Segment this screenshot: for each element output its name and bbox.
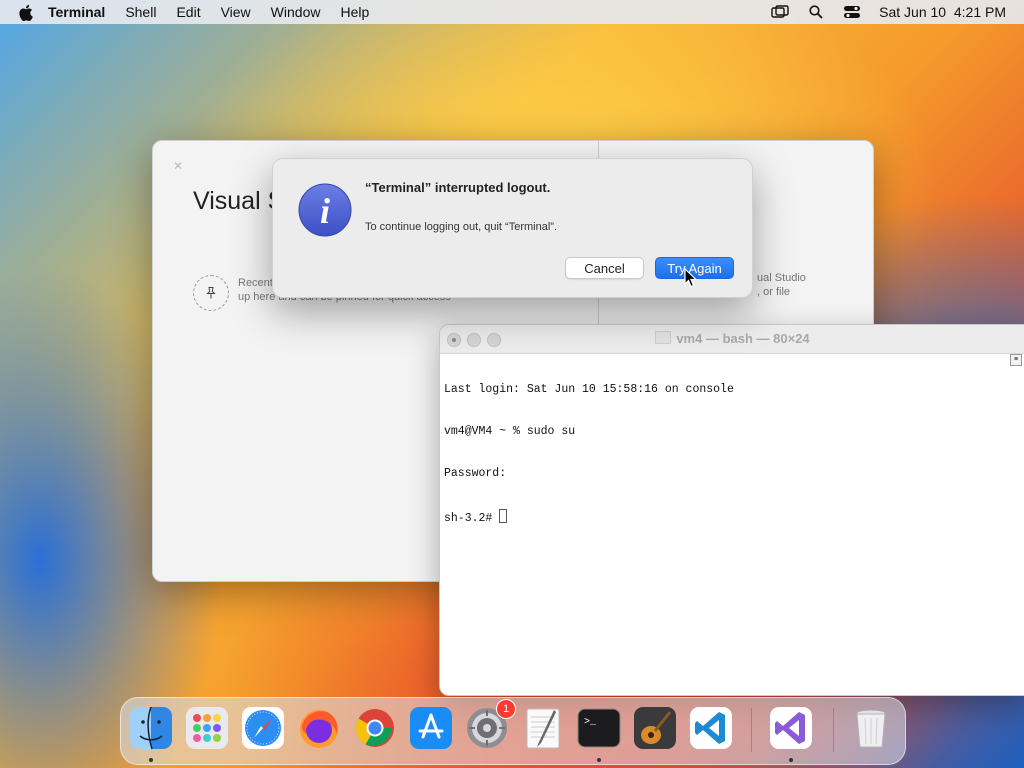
apple-menu-icon[interactable] [16, 3, 34, 21]
menu-clock[interactable]: Sat Jun 10 4:21 PM [879, 4, 1006, 20]
textedit-icon[interactable] [521, 706, 565, 750]
menu-edit[interactable]: Edit [176, 4, 200, 20]
system-settings-icon[interactable]: 1 [465, 699, 516, 750]
garageband-icon[interactable] [633, 706, 677, 750]
running-indicator [789, 758, 793, 762]
right-text-line-2: , or file [757, 286, 791, 298]
vs-window-title: Visual S [193, 187, 285, 215]
terminal-window[interactable]: vm4 — bash — 80×24 ≡ Last login: Sat Jun… [439, 324, 1024, 696]
chrome-icon[interactable] [353, 706, 397, 750]
dock-separator [833, 708, 834, 752]
dock: 1 >_ [120, 697, 906, 765]
app-store-icon[interactable] [409, 706, 453, 750]
terminal-prompt-line: sh-3.2# [444, 509, 734, 525]
menu-window[interactable]: Window [271, 4, 321, 20]
menu-help[interactable]: Help [340, 4, 369, 20]
mouse-pointer-icon [684, 267, 698, 293]
folder-icon [655, 331, 672, 344]
terminal-title: vm4 — bash — 80×24 [440, 331, 1024, 346]
terminal-titlebar[interactable]: vm4 — bash — 80×24 [440, 325, 1024, 354]
control-center-icon[interactable] [843, 4, 861, 20]
finder-icon[interactable] [129, 706, 173, 750]
text-cursor [499, 509, 508, 523]
info-icon: i [298, 183, 352, 237]
menu-app-name[interactable]: Terminal [48, 4, 105, 20]
terminal-icon[interactable]: >_ [577, 706, 621, 750]
menu-view[interactable]: View [221, 4, 251, 20]
alert-message: To continue logging out, quit “Terminal”… [365, 221, 557, 233]
terminal-line: vm4@VM4 ~ % sudo su [444, 425, 576, 438]
svg-text:i: i [320, 191, 330, 231]
menu-shell[interactable]: Shell [125, 4, 156, 20]
logout-alert-dialog: i “Terminal” interrupted logout. To cont… [272, 158, 753, 298]
alert-title: “Terminal” interrupted logout. [365, 180, 551, 195]
recent-label: Recent [238, 277, 273, 289]
spotlight-search-icon[interactable] [807, 4, 825, 20]
launchpad-icon[interactable] [185, 706, 229, 750]
running-indicator [149, 758, 153, 762]
terminal-prompt: sh-3.2# [444, 512, 500, 525]
firefox-icon[interactable] [297, 706, 341, 750]
visual-studio-icon[interactable] [769, 706, 813, 750]
right-text-line-1: ual Studio [757, 272, 806, 284]
safari-icon[interactable] [241, 706, 285, 750]
running-indicator [597, 758, 601, 762]
notification-badge: 1 [496, 699, 516, 719]
terminal-line: Password: [444, 467, 507, 480]
scroll-marker-icon[interactable]: ≡ [1010, 354, 1022, 366]
menu-bar: Terminal Shell Edit View Window Help Sat… [0, 0, 1024, 24]
cancel-button[interactable]: Cancel [565, 257, 644, 279]
terminal-output[interactable]: Last login: Sat Jun 10 15:58:16 on conso… [444, 355, 734, 551]
vs-right-panel-text: ual Studio , or file [757, 271, 806, 299]
pin-icon [193, 275, 229, 311]
terminal-title-text: vm4 — bash — 80×24 [676, 331, 810, 346]
dock-separator [751, 708, 752, 752]
trash-icon[interactable] [849, 706, 893, 750]
terminal-line: Last login: Sat Jun 10 15:58:16 on conso… [444, 383, 734, 396]
vscode-icon[interactable] [689, 706, 733, 750]
svg-text:>_: >_ [584, 717, 597, 728]
close-icon[interactable]: ✕ [173, 159, 183, 173]
screen-mirroring-icon[interactable] [771, 4, 789, 20]
